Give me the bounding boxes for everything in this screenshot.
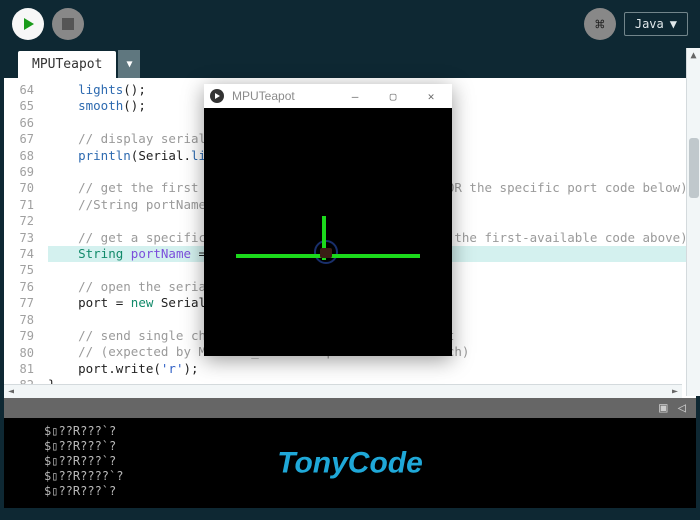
scroll-thumb[interactable]: [689, 138, 699, 198]
scroll-up-icon[interactable]: ▲: [687, 48, 700, 62]
language-select[interactable]: Java▼: [624, 12, 688, 36]
stop-button[interactable]: [52, 8, 84, 40]
minimize-button[interactable]: —: [340, 90, 370, 103]
run-button[interactable]: [12, 8, 44, 40]
statusbar: ▣ ◁: [4, 398, 696, 418]
tab-mputeapot[interactable]: MPUTeapot: [18, 51, 116, 78]
watermark: TonyCode: [277, 456, 423, 471]
applet-window[interactable]: MPUTeapot — ▢ ✕: [204, 84, 452, 356]
maximize-button[interactable]: ▢: [378, 90, 408, 103]
applet-canvas: [204, 108, 452, 356]
tab-bar: MPUTeapot ▼: [0, 48, 700, 78]
scroll-left-icon[interactable]: ◄: [4, 385, 18, 399]
collapse-icon[interactable]: ◁: [678, 400, 686, 416]
applet-icon: [210, 89, 224, 103]
toggle-icon[interactable]: ▣: [659, 400, 667, 416]
close-button[interactable]: ✕: [416, 90, 446, 103]
debug-icon[interactable]: ⌘: [584, 8, 616, 40]
toolbar: ⌘ Java▼: [0, 0, 700, 48]
gutter: 64656667686970717273747576777879808182: [4, 78, 40, 394]
applet-title: MPUTeapot: [232, 89, 332, 103]
tab-dropdown[interactable]: ▼: [118, 50, 140, 78]
console: TonyCode $▯??R???`?$▯??R???`?$▯??R???`?$…: [4, 418, 696, 508]
origin-dot: [320, 248, 332, 258]
h-scrollbar[interactable]: ◄ ►: [4, 384, 682, 398]
applet-titlebar[interactable]: MPUTeapot — ▢ ✕: [204, 84, 452, 108]
scroll-right-icon[interactable]: ►: [668, 385, 682, 399]
v-scrollbar[interactable]: ▲: [686, 48, 700, 396]
chevron-down-icon: ▼: [670, 17, 677, 31]
